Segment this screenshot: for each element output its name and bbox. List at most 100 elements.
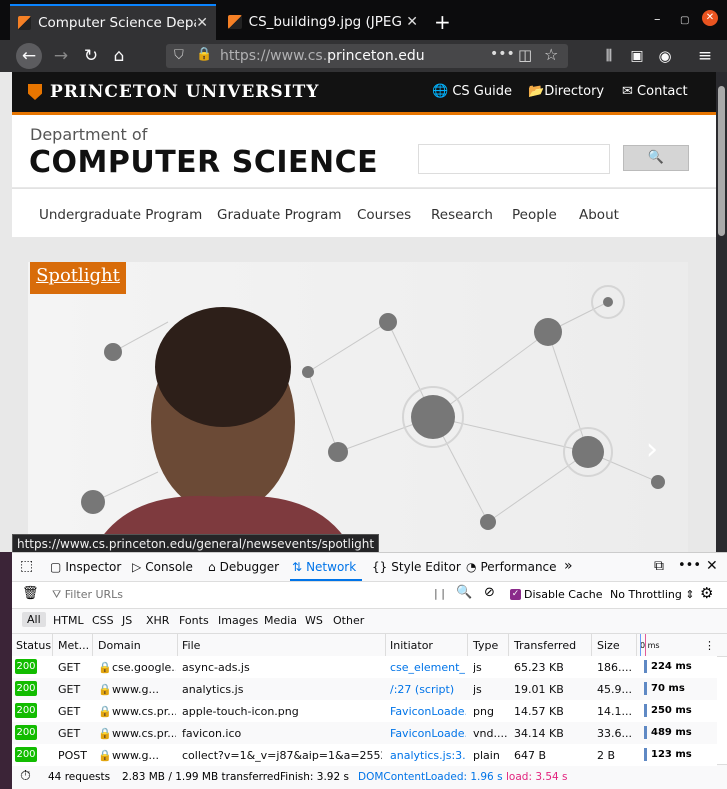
url-bar[interactable]: ⛉ 🔒 https://www.cs.princeton.edu ••• ◫ ☆	[166, 44, 568, 68]
menu-undergraduate-program[interactable]: Undergraduate Program	[39, 207, 202, 223]
carousel-next-icon[interactable]: ›	[646, 432, 658, 467]
pause-icon[interactable]: | |	[434, 587, 445, 600]
page-scrollbar-thumb[interactable]	[718, 86, 725, 236]
page-scrollbar[interactable]	[716, 72, 727, 552]
request-initiator[interactable]: FaviconLoade...	[390, 727, 466, 740]
col-type[interactable]: Type	[473, 639, 498, 652]
column-divider	[177, 634, 178, 656]
page-actions-icon[interactable]: •••	[490, 46, 515, 62]
menu-people[interactable]: People	[512, 207, 557, 223]
disable-cache-checkbox[interactable]: ✓ Disable Cache	[510, 588, 603, 601]
request-row[interactable]: 200 GET 🔒 www.cs.pr... apple-touch-icon.png F…	[12, 700, 717, 722]
tab-inspector[interactable]: ▢ Inspector	[50, 560, 121, 574]
request-timing: 250 ms	[644, 704, 692, 717]
home-icon[interactable]: ⌂	[108, 46, 130, 66]
maximize-icon[interactable]: ▢	[680, 15, 689, 26]
trash-icon[interactable]: 🗑	[22, 586, 39, 601]
close-tab-icon[interactable]: ✕	[196, 15, 208, 31]
filter-input[interactable]: ⛛ Filter URLs	[52, 588, 123, 602]
shield-icon[interactable]: ⛉	[174, 48, 184, 63]
request-method: GET	[58, 727, 81, 740]
request-row[interactable]: 200 POST 🔒 www.g... collect?v=1&_v=j87&aip=1…	[12, 744, 717, 766]
directory-link[interactable]: 📂Directory	[528, 84, 604, 99]
column-options-icon[interactable]: ⋮	[704, 639, 715, 652]
devtools-menu-icon[interactable]: •••	[678, 558, 701, 573]
contact-link[interactable]: ✉ Contact	[622, 84, 688, 99]
minimize-icon[interactable]: –	[654, 12, 661, 27]
stopwatch-icon[interactable]: ⏱	[20, 768, 31, 784]
column-divider	[591, 634, 592, 656]
menu-research[interactable]: Research	[431, 207, 493, 223]
site-search-button[interactable]: 🔍	[623, 145, 689, 171]
tab-console[interactable]: ▷ Console	[132, 560, 193, 574]
type-filter-ws[interactable]: WS	[305, 614, 323, 627]
col-method[interactable]: Met...	[58, 639, 89, 652]
site-search-input[interactable]	[418, 144, 610, 174]
type-filter-media[interactable]: Media	[264, 614, 297, 627]
lock-icon: 🔒	[98, 661, 110, 674]
request-initiator[interactable]: FaviconLoade...	[390, 705, 466, 718]
col-waterfall[interactable]: 0 ms	[640, 641, 660, 650]
dock-icon[interactable]: ⧉	[654, 558, 664, 574]
close-tab-icon[interactable]: ✕	[406, 14, 418, 30]
menu-about[interactable]: About	[579, 207, 619, 223]
tab-performance[interactable]: ◔ Performance	[466, 560, 557, 574]
col-size[interactable]: Size	[597, 639, 620, 652]
type-filter-all[interactable]: All	[22, 612, 46, 627]
type-filter-html[interactable]: HTML	[53, 614, 84, 627]
type-filter-other[interactable]: Other	[333, 614, 364, 627]
type-filter-css[interactable]: CSS	[92, 614, 114, 627]
bookmark-star-icon[interactable]: ☆	[544, 45, 558, 64]
block-icon[interactable]: ⊘	[484, 585, 495, 600]
finish-time: Finish: 3.92 s	[280, 771, 349, 783]
tab-network[interactable]: ⇅ Network	[292, 560, 356, 574]
type-filter-js[interactable]: JS	[122, 614, 132, 627]
search-icon[interactable]: 🔍	[456, 585, 472, 600]
browser-tab-image[interactable]: CS_building9.jpg (JPEG I ✕	[220, 4, 426, 40]
menu-icon[interactable]: ≡	[694, 46, 716, 66]
throttling-select[interactable]: No Throttling ⇕	[610, 588, 695, 601]
lock-icon[interactable]: 🔒	[196, 47, 212, 62]
request-initiator[interactable]: cse_element_...	[390, 661, 466, 674]
col-initiator[interactable]: Initiator	[390, 639, 433, 652]
sidebar-icon[interactable]: ▣	[626, 46, 648, 66]
request-initiator[interactable]: analytics.js:3...	[390, 749, 466, 762]
menu-graduate-program[interactable]: Graduate Program	[217, 207, 342, 223]
main-menu: Undergraduate Program Graduate Program C…	[12, 188, 716, 237]
pocket-icon[interactable]: ◫	[518, 46, 532, 64]
url-text[interactable]: https://www.cs.princeton.edu	[220, 48, 425, 64]
col-transferred[interactable]: Transferred	[514, 639, 576, 652]
request-row[interactable]: 200 GET 🔒 www.g... analytics.js /:27 (script)…	[12, 678, 717, 700]
spotlight-label[interactable]: Spotlight	[30, 262, 126, 294]
close-devtools-icon[interactable]: ✕	[706, 558, 718, 574]
library-icon[interactable]: ⫼	[598, 46, 620, 66]
type-filter-xhr[interactable]: XHR	[146, 614, 169, 627]
col-status[interactable]: Status	[16, 639, 51, 652]
request-row[interactable]: 200 GET 🔒 www.cs.pr... favicon.ico FaviconLoa…	[12, 722, 717, 744]
new-tab-icon[interactable]: +	[434, 10, 451, 34]
cs-guide-link[interactable]: 🌐 CS Guide	[432, 84, 512, 99]
request-row[interactable]: 200 GET 🔒 cse.google... async-ads.js cse_elem…	[12, 656, 717, 678]
type-filter-fonts[interactable]: Fonts	[179, 614, 209, 627]
tab-style-editor[interactable]: {} Style Editor	[372, 560, 461, 574]
col-file[interactable]: File	[182, 639, 200, 652]
type-filter-images[interactable]: Images	[218, 614, 258, 627]
tab-debugger[interactable]: ⌂ Debugger	[208, 560, 279, 574]
browser-tab-cs[interactable]: Computer Science Depar ✕	[10, 4, 216, 40]
more-tabs-icon[interactable]: »	[564, 558, 573, 574]
settings-gear-icon[interactable]: ⚙	[700, 584, 713, 602]
request-transferred: 647 B	[514, 749, 547, 762]
pick-element-icon[interactable]: ⬚	[20, 558, 33, 574]
col-domain[interactable]: Domain	[98, 639, 141, 652]
reload-icon[interactable]: ↻	[80, 46, 102, 66]
princeton-logo[interactable]: PRINCETON UNIVERSITY	[28, 82, 319, 102]
forward-icon[interactable]: →	[50, 46, 72, 66]
back-icon[interactable]: ←	[16, 43, 42, 69]
department-title[interactable]: COMPUTER SCIENCE	[29, 145, 378, 180]
request-initiator[interactable]: /:27 (script)	[390, 683, 466, 696]
request-timing: 224 ms	[644, 660, 692, 673]
spotlight-carousel[interactable]: Spotlight ›	[28, 262, 688, 552]
window-close-icon[interactable]: ✕	[702, 10, 718, 26]
menu-courses[interactable]: Courses	[357, 207, 411, 223]
account-icon[interactable]: ◉	[654, 46, 676, 66]
